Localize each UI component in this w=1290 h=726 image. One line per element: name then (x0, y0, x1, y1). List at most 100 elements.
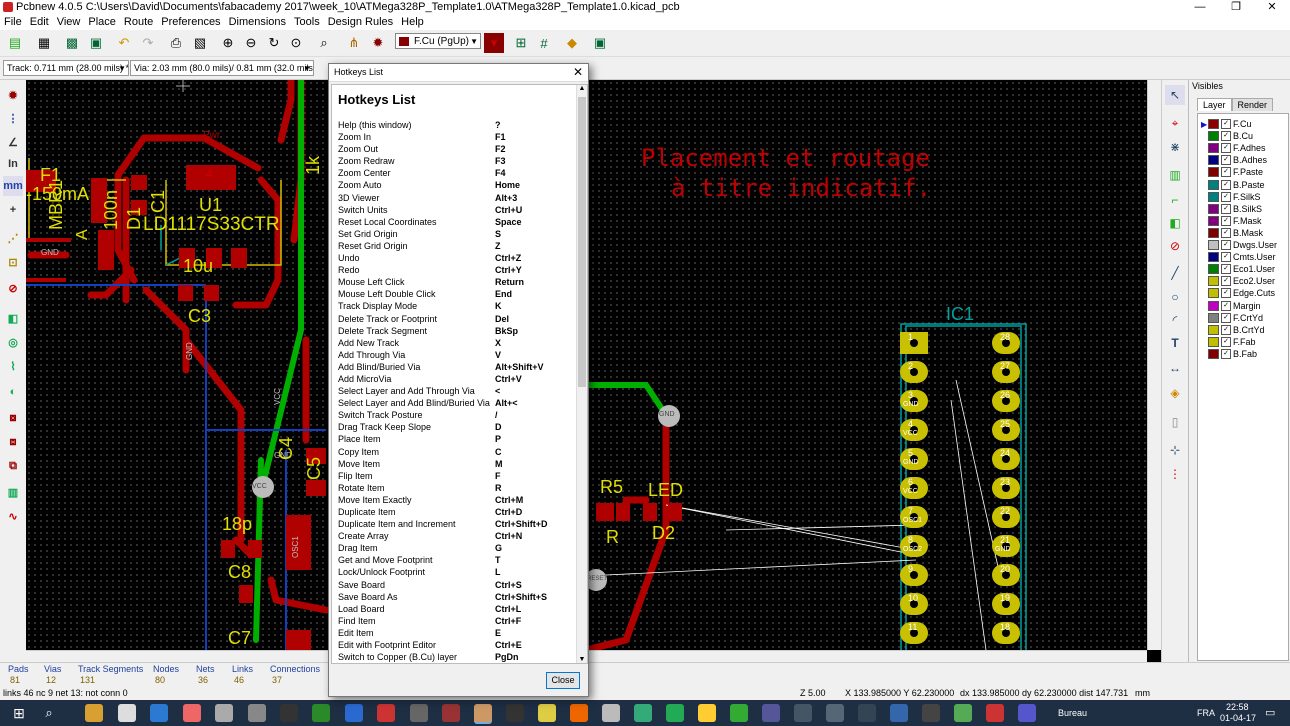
tab-layer[interactable]: Layer (1197, 98, 1232, 111)
app-icon[interactable] (248, 704, 266, 722)
clock-date[interactable]: 01-04-17 (1220, 713, 1256, 723)
layer-color-swatch[interactable] (1208, 155, 1219, 166)
layer-color-swatch[interactable] (1208, 288, 1219, 299)
ic1-pad[interactable]: 1 (900, 332, 928, 354)
ic1-pad[interactable]: 2 (900, 361, 928, 383)
zoom-fit-icon[interactable]: ⊙ (286, 33, 306, 53)
layer-color-swatch[interactable] (1208, 348, 1219, 359)
app-icon[interactable] (826, 704, 844, 722)
app-icon[interactable] (183, 704, 201, 722)
layer-visibility-checkbox[interactable]: ✓ (1221, 131, 1231, 142)
track-width-select[interactable]: Track: 0.711 mm (28.00 mils) * ▼ (3, 60, 129, 76)
app-icon[interactable] (730, 704, 748, 722)
grid-origin-icon[interactable]: ⋮ (1165, 464, 1185, 484)
layer-visibility-checkbox[interactable]: ✓ (1221, 336, 1231, 347)
clock-time[interactable]: 22:58 (1226, 702, 1249, 712)
find-icon[interactable]: ⌕ (314, 33, 334, 53)
layer-row[interactable]: ✓ B.Paste (1201, 179, 1265, 191)
auto-delete-track-icon[interactable]: ⊘ (3, 278, 23, 298)
layer-visibility-checkbox[interactable]: ✓ (1221, 276, 1231, 287)
menu-dimensions[interactable]: Dimensions (225, 14, 290, 30)
scripting-console-icon[interactable]: ▣ (590, 33, 610, 53)
layer-visibility-checkbox[interactable]: ✓ (1221, 252, 1231, 263)
ic1-pad[interactable]: 10 (900, 593, 928, 615)
app-icon[interactable] (858, 704, 876, 722)
app-icon[interactable] (954, 704, 972, 722)
ic1-pad[interactable]: 20 (992, 564, 1020, 586)
layer-color-swatch[interactable] (1208, 143, 1219, 154)
app-icon[interactable] (698, 704, 716, 722)
windows-start-icon[interactable]: ⊞ (10, 704, 28, 722)
menu-design-rules[interactable]: Design Rules (324, 14, 397, 30)
vlc-icon[interactable] (570, 704, 588, 722)
layer-color-swatch[interactable] (1208, 264, 1219, 275)
new-board-icon[interactable]: ▤ (5, 33, 25, 53)
menu-view[interactable]: View (53, 14, 85, 30)
via-size-select[interactable]: Via: 2.03 mm (80.0 mils)/ 0.81 mm (32.0 … (130, 60, 314, 76)
zoom-out-icon[interactable]: ⊖ (241, 33, 261, 53)
module-edges-icon[interactable]: ⧉ (3, 456, 23, 476)
app-icon[interactable] (794, 704, 812, 722)
via-sketch-icon[interactable]: ◎ (3, 332, 23, 352)
local-ratsnest-icon[interactable]: ⋇ (1165, 137, 1185, 157)
layer-color-swatch[interactable] (1208, 276, 1219, 287)
scroll-down-icon[interactable]: ▼ (577, 656, 587, 663)
app-icon[interactable] (890, 704, 908, 722)
app-icon[interactable] (345, 704, 363, 722)
layer-row[interactable]: ✓ Dwgs.User (1201, 239, 1277, 251)
open-board-icon[interactable]: ▩ (62, 33, 82, 53)
ic1-pad[interactable]: 24 (992, 448, 1020, 470)
layer-row[interactable]: ✓ B.Cu (1201, 130, 1253, 142)
add-dimension-icon[interactable]: ↔ (1165, 358, 1185, 378)
layer-visibility-checkbox[interactable]: ✓ (1221, 119, 1231, 129)
inch-units-icon[interactable]: In (3, 154, 23, 174)
highlight-net-icon[interactable]: ⌖ (1165, 113, 1185, 133)
keepout-icon[interactable]: ⊘ (1165, 236, 1185, 256)
autorouter-icon[interactable]: ◆ (562, 33, 582, 53)
ic1-pad[interactable]: 6 VCC (900, 477, 928, 499)
layer-visibility-checkbox[interactable]: ✓ (1221, 288, 1231, 299)
layer-row[interactable]: ✓ B.Mask (1201, 227, 1263, 239)
layer-row[interactable]: ✓ B.Fab (1201, 348, 1257, 360)
app-icon[interactable] (762, 704, 780, 722)
zone-fill-icon[interactable]: ◧ (3, 308, 23, 328)
drc-bug-icon[interactable]: ✹ (368, 33, 388, 53)
ic1-pad[interactable]: 21 GND (992, 535, 1020, 557)
canvas-vertical-scrollbar[interactable] (1147, 80, 1162, 650)
ic1-pad[interactable]: 26 (992, 390, 1020, 412)
chrome-icon[interactable] (538, 704, 556, 722)
menu-edit[interactable]: Edit (26, 14, 53, 30)
ic1-pad[interactable]: 22 (992, 506, 1020, 528)
layer-row[interactable]: ✓ Cmts.User (1201, 251, 1276, 263)
layer-row[interactable]: ✓ B.CrtYd (1201, 324, 1265, 336)
undo-icon[interactable]: ↶ (114, 33, 134, 53)
mm-units-icon[interactable]: mm (3, 176, 23, 196)
layer-row[interactable]: ✓ F.Adhes (1201, 142, 1266, 154)
route-track-icon[interactable]: ⌐ (1165, 190, 1185, 210)
layer-color-swatch[interactable] (1208, 119, 1219, 129)
netlist-icon[interactable]: ⋔ (344, 33, 364, 53)
ic1-pad[interactable]: 11 (900, 622, 928, 644)
save-board-icon[interactable]: ▣ (86, 33, 106, 53)
zoom-in-icon[interactable]: ⊕ (218, 33, 238, 53)
add-circle-icon[interactable]: ○ (1165, 287, 1185, 307)
layer-color-swatch[interactable] (1208, 240, 1219, 250)
search-icon[interactable]: ⌕ (40, 704, 58, 722)
ic1-pad[interactable]: 9 (900, 564, 928, 586)
app-icon[interactable] (312, 704, 330, 722)
layer-visibility-checkbox[interactable]: ✓ (1221, 312, 1231, 323)
app-icon[interactable] (442, 704, 460, 722)
page-settings-icon[interactable]: ▦ (34, 33, 54, 53)
layer-pair-icon[interactable]: ▾ (484, 33, 504, 53)
layer-row[interactable]: ✓ F.CrtYd (1201, 312, 1263, 324)
menu-route[interactable]: Route (120, 14, 157, 30)
pdf-reader-icon[interactable] (377, 704, 395, 722)
ic1-pad[interactable]: 27 (992, 361, 1020, 383)
layer-row[interactable]: ✓ B.SilkS (1201, 203, 1262, 215)
layer-visibility-checkbox[interactable]: ✓ (1221, 203, 1231, 214)
menu-tools[interactable]: Tools (290, 14, 324, 30)
grid-icon[interactable]: ⋮ (3, 108, 23, 128)
add-arc-icon[interactable]: ◜ (1165, 310, 1185, 330)
layer-color-swatch[interactable] (1208, 324, 1219, 335)
layer-row[interactable]: ✓ Eco1.User (1201, 263, 1275, 275)
